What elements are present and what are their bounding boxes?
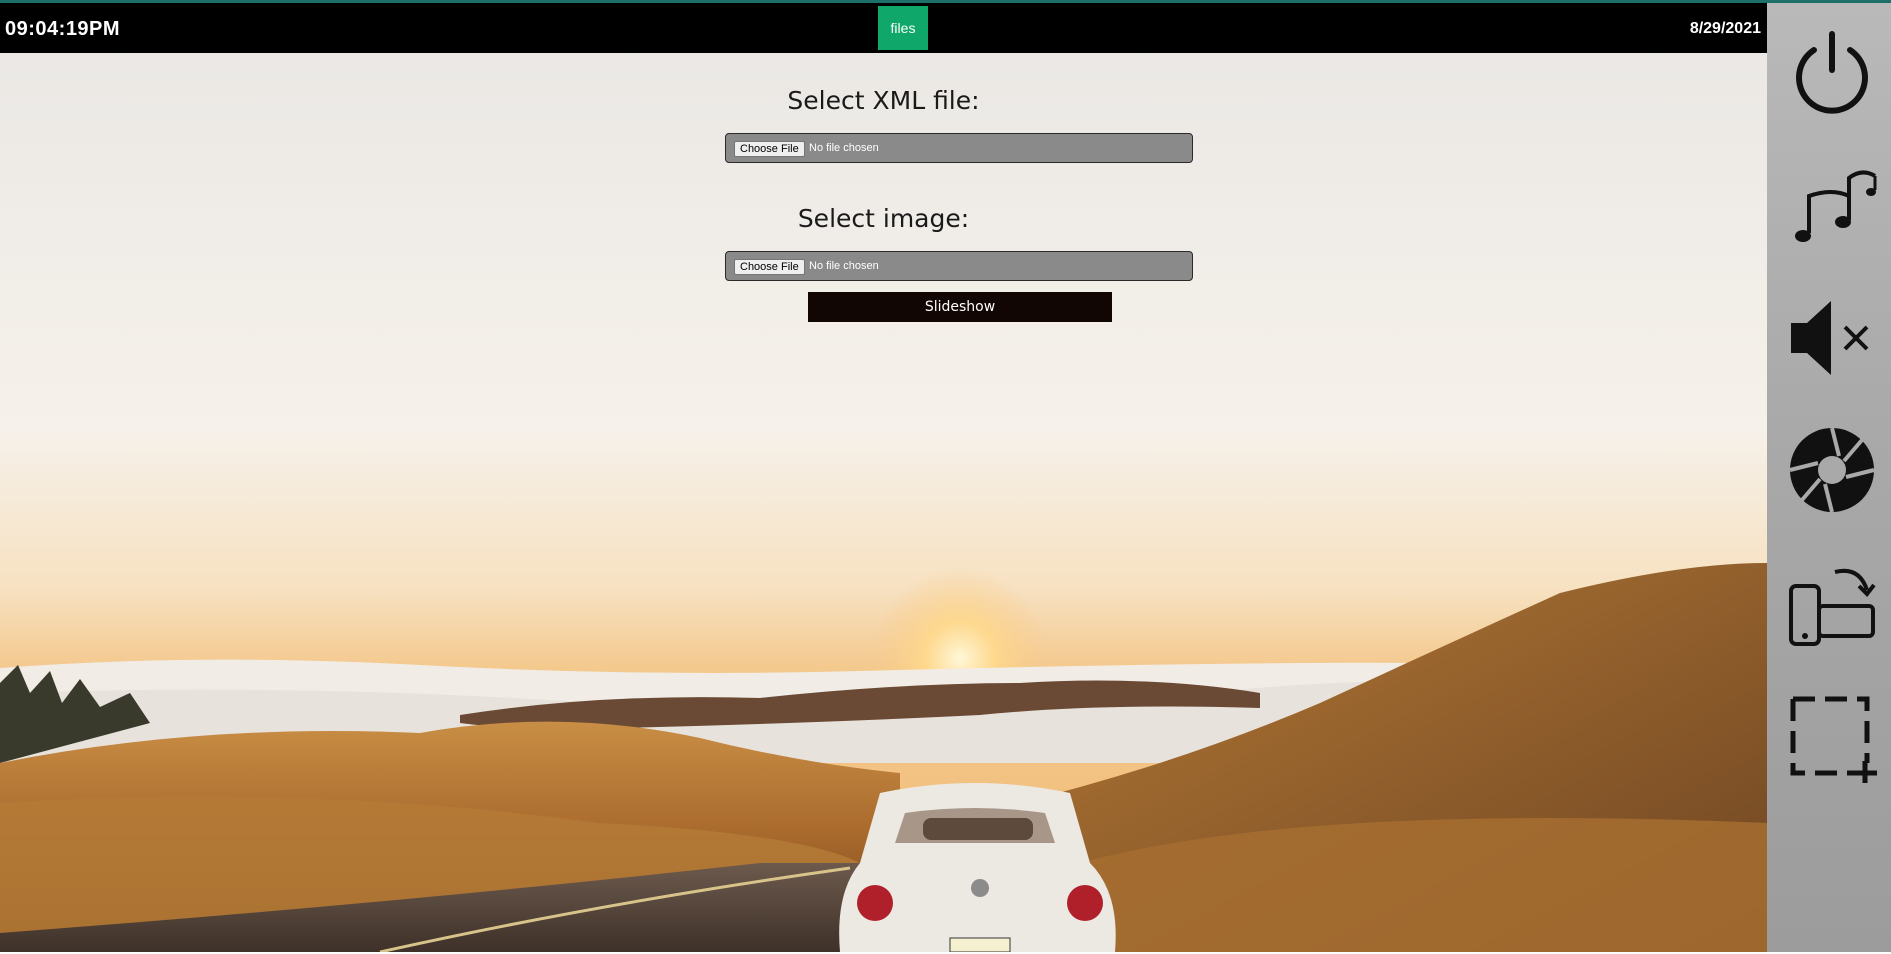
- xml-choose-file-button[interactable]: Choose File: [734, 141, 805, 157]
- rotate-button[interactable]: [1787, 558, 1877, 648]
- power-button[interactable]: [1787, 28, 1877, 118]
- right-sidebar: [1767, 3, 1891, 952]
- xml-file-status: No file chosen: [809, 142, 879, 154]
- xml-file-input[interactable]: Choose File No file chosen: [725, 133, 1193, 163]
- xml-file-label: Select XML file:: [787, 86, 980, 115]
- camera-shutter-icon: [1789, 427, 1875, 513]
- image-file-status: No file chosen: [809, 260, 879, 272]
- clock-time: 09:04:19PM: [5, 18, 121, 40]
- speaker-mute-icon: [1791, 301, 1869, 375]
- crop-select-icon: [1790, 696, 1877, 783]
- image-file-label: Select image:: [797, 204, 970, 233]
- power-icon: [1796, 31, 1868, 114]
- files-button[interactable]: files: [878, 6, 928, 50]
- music-button[interactable]: [1787, 158, 1877, 248]
- crop-button[interactable]: [1787, 693, 1877, 783]
- top-bar: 09:04:19PM files 8/29/2021: [0, 3, 1767, 53]
- image-choose-file-button[interactable]: Choose File: [734, 259, 805, 275]
- camera-button[interactable]: [1787, 425, 1877, 515]
- music-notes-icon: [1795, 170, 1877, 242]
- current-date: 8/29/2021: [1689, 20, 1761, 37]
- rotate-device-icon: [1789, 568, 1876, 646]
- image-file-input[interactable]: Choose File No file chosen: [725, 251, 1193, 281]
- slideshow-button[interactable]: Slideshow: [808, 292, 1112, 322]
- mute-button[interactable]: [1787, 293, 1877, 383]
